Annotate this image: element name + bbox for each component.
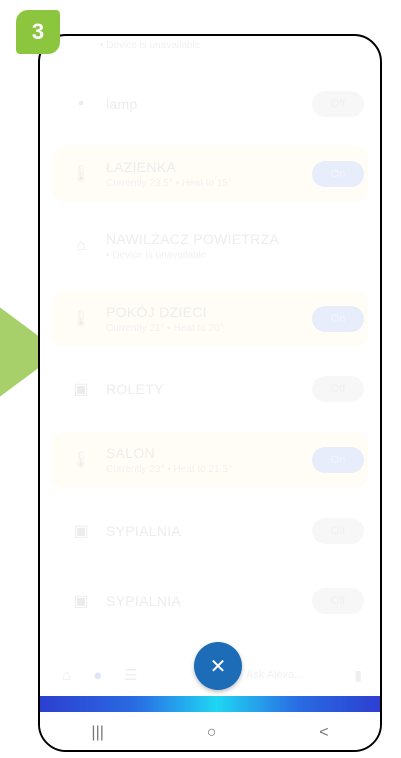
home-icon[interactable]: ⌂: [62, 667, 71, 684]
device-row[interactable]: 🌡 ŁAZIENKA Currently 23.5° • Heat to 15° On: [52, 146, 368, 202]
thermometer-icon: 🌡: [70, 452, 92, 469]
device-status: Currently 21° • Heat to 20°: [106, 323, 224, 334]
device-name: SALON: [106, 445, 155, 461]
device-row[interactable]: ▣ SYPIALNIA Off: [52, 573, 368, 629]
app-screen: • Device is unavailable ▪ lamp Off 🌡 ŁAZIENK…: [40, 36, 380, 750]
device-name: NAWILŻACZ POWIETRZA: [106, 231, 280, 247]
partial-device-subtitle: • Device is unavailable: [100, 40, 201, 51]
device-status: Currently 23.5° • Heat to 15°: [106, 178, 233, 189]
device-row[interactable]: 🌡 POKÓJ DZIECI Currently 21° • Heat to 20°…: [52, 291, 368, 347]
device-row[interactable]: 🌡 SALON Currently 23° • Heat to 21.5° On: [52, 432, 368, 488]
system-navigation-bar: ||| ○ <: [40, 712, 380, 750]
device-status: • Device is unavailable: [106, 250, 207, 261]
device-row[interactable]: ▣ ROLETY Off: [52, 361, 368, 417]
alexa-listening-bar: [40, 696, 380, 712]
home-button[interactable]: ○: [207, 724, 217, 742]
close-button[interactable]: ✕: [194, 642, 242, 690]
device-name: ŁAZIENKA: [106, 159, 177, 175]
device-name: POKÓJ DZIECI: [106, 304, 207, 320]
power-toggle[interactable]: Off: [312, 91, 364, 117]
menu-icon[interactable]: ☰: [124, 666, 137, 684]
device-row[interactable]: ▪ lamp Off: [52, 76, 368, 132]
switch-icon: ▣: [73, 593, 89, 610]
thermometer-icon: 🌡: [70, 311, 92, 328]
power-toggle[interactable]: On: [312, 161, 364, 187]
phone-frame: • Device is unavailable ▪ lamp Off 🌡 ŁAZIENK…: [38, 34, 382, 752]
step-number-badge: 3: [16, 10, 60, 54]
device-name: ROLETY: [106, 381, 164, 397]
device-row[interactable]: ⌂ NAWILŻACZ POWIETRZA • Device is unavaila…: [52, 218, 368, 274]
device-name: SYPIALNIA: [106, 523, 182, 539]
switch-icon: ▣: [73, 381, 89, 398]
home-icon: ⌂: [76, 237, 86, 254]
power-toggle[interactable]: Off: [312, 518, 364, 544]
devices-icon[interactable]: ●: [93, 667, 102, 684]
power-toggle[interactable]: On: [312, 447, 364, 473]
thermometer-icon: 🌡: [70, 166, 92, 183]
outlet-icon: ▪: [78, 95, 84, 112]
power-toggle[interactable]: On: [312, 306, 364, 332]
back-button[interactable]: <: [319, 724, 328, 742]
switch-icon: ▣: [73, 523, 89, 540]
device-name: SYPIALNIA: [106, 593, 182, 609]
device-row[interactable]: ▣ SYPIALNIA Off: [52, 503, 368, 559]
ask-alexa-text[interactable]: Ask Alexa...: [246, 669, 303, 681]
microphone-icon[interactable]: ▮: [354, 667, 362, 684]
device-name: lamp: [106, 96, 138, 112]
device-status: Currently 23° • Heat to 21.5°: [106, 464, 233, 475]
power-toggle[interactable]: Off: [312, 376, 364, 402]
close-icon: ✕: [209, 655, 227, 678]
power-toggle[interactable]: Off: [312, 588, 364, 614]
recents-button[interactable]: |||: [91, 724, 103, 742]
